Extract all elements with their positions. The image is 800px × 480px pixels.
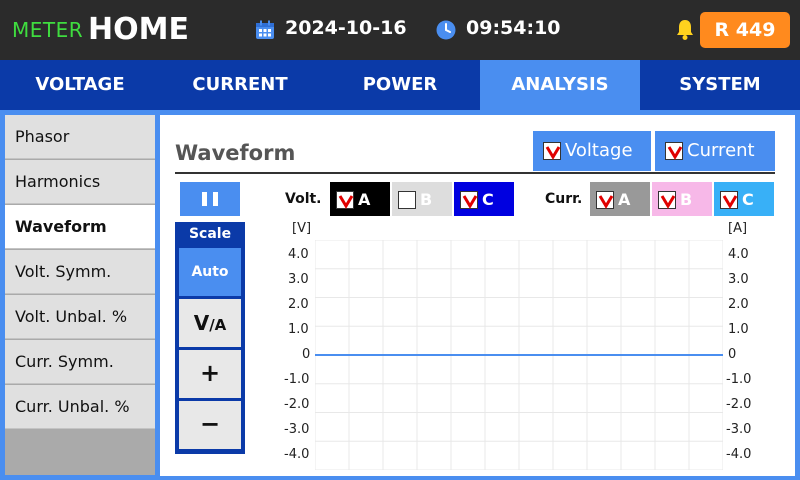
check-icon xyxy=(722,194,738,209)
curr-phase-b-label: B xyxy=(680,189,693,209)
app-root: METER HOME 2024-10-16 09:54:10 R 449 VOL… xyxy=(0,0,800,480)
tab-current[interactable]: CURRENT xyxy=(160,60,320,110)
volt-phase-c-checkbox[interactable] xyxy=(460,190,478,209)
check-icon xyxy=(338,194,354,209)
sidebar-item-curr-unbal[interactable]: Curr. Unbal. % xyxy=(5,385,155,429)
volt-phase-b-toggle[interactable]: B xyxy=(392,182,452,216)
y-tick-left: -3.0 xyxy=(284,422,310,437)
y-tick-right: 3.0 xyxy=(728,272,749,287)
y-axis-left-unit: [V] xyxy=(292,221,312,236)
top-bar: METER HOME 2024-10-16 09:54:10 R 449 xyxy=(0,0,800,60)
sidebar-item-volt-symm[interactable]: Volt. Symm. xyxy=(5,250,155,294)
sidebar: Phasor Harmonics Waveform Volt. Symm. Vo… xyxy=(0,115,160,480)
current-toggle[interactable]: Current xyxy=(655,131,775,171)
scale-plus-button[interactable]: + xyxy=(179,350,241,398)
curr-phase-label: Curr. xyxy=(545,191,583,207)
y-tick-left: 2.0 xyxy=(288,297,309,312)
curr-phase-a-toggle[interactable]: A xyxy=(590,182,650,216)
waveform-chart xyxy=(315,240,723,470)
status-badge[interactable]: R 449 xyxy=(700,12,790,48)
y-tick-left: -1.0 xyxy=(284,372,310,387)
scale-va-button[interactable]: V/A xyxy=(179,299,241,347)
y-tick-right: 2.0 xyxy=(728,297,749,312)
title-divider xyxy=(175,172,775,174)
volt-phase-a-toggle[interactable]: A xyxy=(330,182,390,216)
sidebar-list: Phasor Harmonics Waveform Volt. Symm. Vo… xyxy=(5,115,155,475)
y-tick-right: -3.0 xyxy=(726,422,752,437)
volt-phase-c-toggle[interactable]: C xyxy=(454,182,514,216)
y-tick-right: 4.0 xyxy=(728,247,749,262)
y-tick-right: -4.0 xyxy=(726,447,752,462)
volt-phase-c-label: C xyxy=(482,189,494,209)
tab-power[interactable]: POWER xyxy=(320,60,480,110)
voltage-toggle-label: Voltage xyxy=(565,140,633,161)
scale-minus-button[interactable]: − xyxy=(179,401,241,449)
check-icon xyxy=(462,194,478,209)
curr-phase-c-checkbox[interactable] xyxy=(720,190,738,209)
current-toggle-label: Current xyxy=(687,140,755,161)
y-tick-left: -4.0 xyxy=(284,447,310,462)
y-tick-left: 1.0 xyxy=(288,322,309,337)
page-title-home: HOME xyxy=(88,12,189,47)
scale-panel: Scale Auto V/A + − xyxy=(175,222,245,454)
check-icon xyxy=(660,194,676,209)
sidebar-item-harmonics[interactable]: Harmonics xyxy=(5,160,155,204)
y-tick-right: -2.0 xyxy=(726,397,752,412)
volt-phase-b-checkbox[interactable] xyxy=(398,190,416,209)
tab-voltage[interactable]: VOLTAGE xyxy=(0,60,160,110)
volt-phase-label: Volt. xyxy=(285,191,322,207)
scale-title: Scale xyxy=(188,226,232,242)
main-tabs: VOLTAGE CURRENT POWER ANALYSIS SYSTEM xyxy=(0,60,800,110)
curr-phase-a-checkbox[interactable] xyxy=(596,190,614,209)
volt-phase-a-label: A xyxy=(358,189,371,209)
curr-phase-a-label: A xyxy=(618,189,631,209)
y-tick-right: 0 xyxy=(728,347,737,362)
sidebar-item-volt-unbal[interactable]: Volt. Unbal. % xyxy=(5,295,155,339)
pause-button[interactable] xyxy=(180,182,240,216)
y-tick-left: 0 xyxy=(302,347,311,362)
curr-phase-c-label: C xyxy=(742,189,754,209)
check-icon xyxy=(545,146,561,160)
brand-meter-label: METER xyxy=(12,18,84,42)
current-checkbox[interactable] xyxy=(665,142,683,160)
scale-va-main: V xyxy=(193,311,210,335)
tab-system[interactable]: SYSTEM xyxy=(640,60,800,110)
voltage-checkbox[interactable] xyxy=(543,142,561,160)
y-tick-right: 1.0 xyxy=(728,322,749,337)
panel-title: Waveform xyxy=(175,141,296,165)
y-tick-right: -1.0 xyxy=(726,372,752,387)
volt-phase-b-label: B xyxy=(420,189,433,209)
y-tick-left: 4.0 xyxy=(288,247,309,262)
calendar-icon xyxy=(256,20,274,39)
curr-phase-b-toggle[interactable]: B xyxy=(652,182,712,216)
y-axis-right-unit: [A] xyxy=(728,221,748,236)
curr-phase-b-checkbox[interactable] xyxy=(658,190,676,209)
scale-auto-button[interactable]: Auto xyxy=(179,248,241,296)
frame-right xyxy=(795,115,800,480)
main-panel: Waveform Voltage Current Scale Auto V/A … xyxy=(160,115,795,476)
frame-bottom xyxy=(160,476,800,480)
date-display: 2024-10-16 xyxy=(285,17,407,39)
clock-icon xyxy=(436,20,456,40)
sidebar-item-waveform[interactable]: Waveform xyxy=(5,205,155,249)
check-icon xyxy=(667,146,683,160)
volt-phase-a-checkbox[interactable] xyxy=(336,190,354,209)
y-tick-left: -2.0 xyxy=(284,397,310,412)
sidebar-item-curr-symm[interactable]: Curr. Symm. xyxy=(5,340,155,384)
curr-phase-c-toggle[interactable]: C xyxy=(714,182,774,216)
voltage-toggle[interactable]: Voltage xyxy=(533,131,651,171)
tab-analysis[interactable]: ANALYSIS xyxy=(480,60,640,110)
sidebar-item-phasor[interactable]: Phasor xyxy=(5,115,155,159)
time-display: 09:54:10 xyxy=(466,17,561,39)
y-tick-left: 3.0 xyxy=(288,272,309,287)
bell-icon[interactable] xyxy=(675,19,695,41)
scale-va-sub: /A xyxy=(209,316,227,334)
check-icon xyxy=(598,194,614,209)
